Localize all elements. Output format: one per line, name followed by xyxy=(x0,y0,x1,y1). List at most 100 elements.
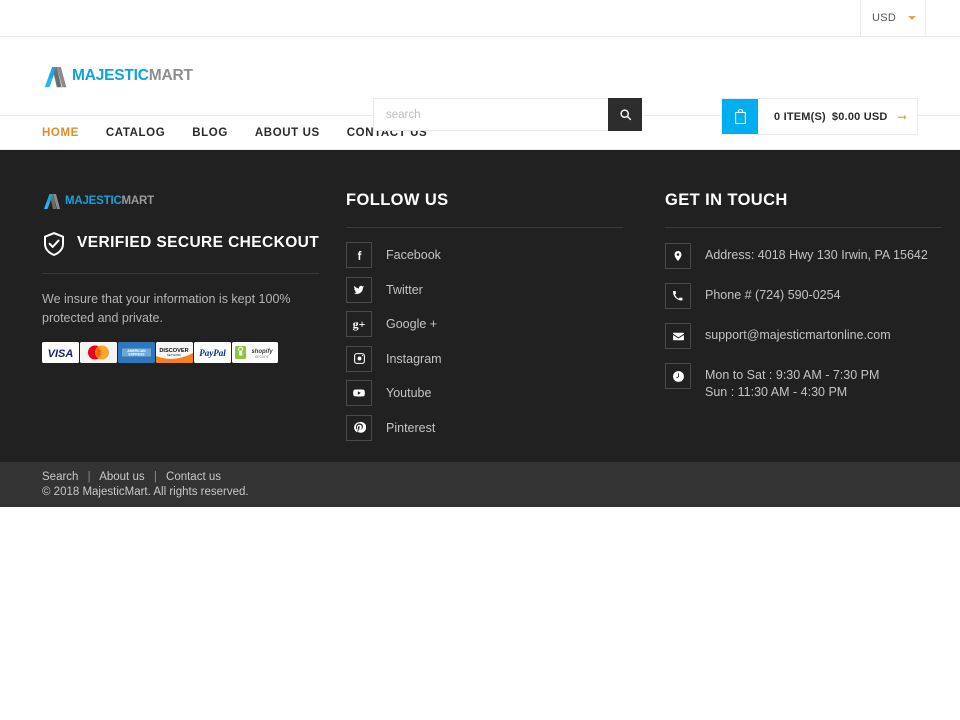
social-label-google-plus: Google + xyxy=(386,317,438,331)
cart-total: $0.00 USD xyxy=(831,110,888,123)
nav-item-catalog[interactable]: CATALOG xyxy=(106,127,165,139)
nav-item-blog[interactable]: BLOG xyxy=(192,127,228,139)
facebook-icon xyxy=(346,242,372,268)
cart-text: 0 ITEM(S) $0.00 USD xyxy=(774,111,888,123)
majesticmart-logo-icon xyxy=(44,194,60,209)
payment-badges: VISA AMERICAN EXPRESS DISCOVER NETWORK P… xyxy=(42,342,342,363)
contact-email-text: support@majesticmartonline.com xyxy=(705,328,891,342)
social-label-twitter: Twitter xyxy=(386,282,423,297)
verified-secure-checkout: VERIFIED SECURE CHECKOUT xyxy=(42,231,342,257)
contact-hours-text: Mon to Sat : 9:30 AM - 7:30 PM Sun : 11:… xyxy=(705,363,879,401)
contact-email[interactable]: support@majesticmartonline.com xyxy=(665,323,942,349)
header-logo[interactable]: MAJESTICMART xyxy=(42,61,193,91)
social-link-youtube[interactable]: Youtube xyxy=(346,380,646,406)
social-label-instagram: Instagram xyxy=(386,351,442,366)
footer-link-about-us[interactable]: About us xyxy=(99,471,144,483)
payment-badge-visa: VISA xyxy=(42,342,79,363)
svg-text:EXPRESS: EXPRESS xyxy=(128,353,145,357)
footer-logo-text-majestic: MAJESTIC xyxy=(65,195,122,207)
footer-link-search[interactable]: Search xyxy=(42,471,78,483)
shield-check-icon xyxy=(44,232,64,256)
phone-icon xyxy=(665,283,691,309)
envelope-icon xyxy=(665,323,691,349)
contact-phone: Phone # (724) 590-0254 xyxy=(665,283,942,309)
svg-text:SECURE: SECURE xyxy=(255,355,270,359)
social-link-facebook[interactable]: Facebook xyxy=(346,242,646,268)
discover-icon: DISCOVER NETWORK xyxy=(156,342,193,363)
verified-secure-checkout-label: VERIFIED SECURE CHECKOUT xyxy=(77,234,320,251)
social-link-google-plus[interactable]: g+ Google + xyxy=(346,311,646,337)
site-header: MAJESTICMART 0 ITEM(S) $0.00 USD ➞ xyxy=(0,37,960,135)
insurance-statement: We insure that your information is kept … xyxy=(42,292,291,325)
footer-column-contact: GET IN TOUCH Address: 4018 Hwy 130 Irwin… xyxy=(665,191,942,462)
currency-label: USD xyxy=(872,12,897,24)
footer-link-contact-us[interactable]: Contact us xyxy=(166,471,221,483)
visa-icon: VISA xyxy=(42,342,79,363)
map-pin-icon xyxy=(665,243,691,269)
paypal-icon: PayPal xyxy=(194,342,231,363)
footer-link-separator-2: | xyxy=(153,471,157,483)
american-express-icon: AMERICAN EXPRESS xyxy=(118,342,155,363)
social-link-pinterest[interactable]: Pinterest xyxy=(346,414,646,441)
contact-address-text: Address: 4018 Hwy 130 Irwin, PA 15642 xyxy=(705,248,928,262)
nav-item-about-us[interactable]: ABOUT US xyxy=(255,127,320,139)
payment-badge-shopify-secure: shopify SECURE xyxy=(232,342,278,363)
twitter-icon xyxy=(346,276,372,303)
follow-us-divider xyxy=(346,227,623,228)
footer-bottom-links: Search | About us | Contact us xyxy=(42,471,918,483)
social-links-list: Facebook Twitter g+ Google + Instagram Y… xyxy=(346,242,646,441)
payment-badge-discover: DISCOVER NETWORK xyxy=(156,342,193,363)
svg-text:PayPal: PayPal xyxy=(199,348,226,358)
social-label-facebook: Facebook xyxy=(386,248,441,262)
instagram-icon xyxy=(346,345,372,372)
cart-summary: 0 ITEM(S) $0.00 USD ➞ xyxy=(758,99,917,134)
get-in-touch-title: GET IN TOUCH xyxy=(665,191,788,209)
clock-icon xyxy=(665,363,691,389)
logo-text-mart: MART xyxy=(148,67,193,84)
site-footer: MAJESTICMART VERIFIED SECURE CHECKOUT We… xyxy=(0,150,960,462)
nav-item-home[interactable]: HOME xyxy=(42,127,79,139)
footer-logo-text-mart: MART xyxy=(121,195,155,207)
social-link-twitter[interactable]: Twitter xyxy=(346,276,646,303)
page-blank-area xyxy=(0,507,960,720)
social-label-youtube: Youtube xyxy=(386,386,432,400)
logo-wordmark: MAJESTICMART xyxy=(72,67,193,85)
footer-link-separator-1: | xyxy=(87,471,91,483)
payment-badge-paypal: PayPal xyxy=(194,342,231,363)
footer-bottom-bar: Search | About us | Contact us © 2018 Ma… xyxy=(0,462,960,507)
payment-badge-mastercard xyxy=(80,342,117,363)
footer-logo[interactable]: MAJESTICMART xyxy=(42,191,342,211)
top-bar-spacer xyxy=(926,0,960,36)
footer-brand-divider xyxy=(42,273,319,274)
logo-text-majestic: MAJESTIC xyxy=(72,67,149,84)
cart-item-count: 0 ITEM(S) xyxy=(774,110,826,123)
footer-column-brand: MAJESTICMART VERIFIED SECURE CHECKOUT We… xyxy=(42,191,342,462)
copyright-text: © 2018 MajesticMart. All rights reserved… xyxy=(42,486,249,498)
pinterest-icon xyxy=(346,414,372,441)
arrow-right-icon: ➞ xyxy=(896,109,907,124)
social-label-pinterest: Pinterest xyxy=(386,420,436,435)
footer-logo-wordmark: MAJESTICMART xyxy=(65,195,154,207)
mastercard-icon xyxy=(80,342,117,363)
contact-phone-text: Phone # (724) 590-0254 xyxy=(705,288,841,302)
footer-column-follow: FOLLOW US Facebook Twitter g+ Google + I… xyxy=(346,191,646,462)
payment-badge-american-express: AMERICAN EXPRESS xyxy=(118,342,155,363)
search-button[interactable] xyxy=(608,98,642,131)
top-bar: USD xyxy=(0,0,960,37)
search-input[interactable] xyxy=(373,98,608,131)
follow-us-title: FOLLOW US xyxy=(346,191,449,209)
currency-selector[interactable]: USD xyxy=(860,0,926,36)
social-link-instagram[interactable]: Instagram xyxy=(346,345,646,372)
svg-text:NETWORK: NETWORK xyxy=(167,353,181,357)
cart-icon-box xyxy=(722,99,758,134)
contact-address: Address: 4018 Hwy 130 Irwin, PA 15642 xyxy=(665,243,942,269)
shopping-bag-icon xyxy=(734,108,746,124)
contact-hours-weekday: Mon to Sat : 9:30 AM - 7:30 PM xyxy=(705,368,880,382)
majesticmart-logo-icon xyxy=(44,66,67,87)
cart-button[interactable]: 0 ITEM(S) $0.00 USD ➞ xyxy=(721,98,918,135)
chevron-down-icon xyxy=(908,16,916,20)
search-bar xyxy=(373,98,642,131)
contact-hours: Mon to Sat : 9:30 AM - 7:30 PM Sun : 11:… xyxy=(665,363,942,401)
get-in-touch-divider xyxy=(665,227,942,228)
search-icon xyxy=(619,109,631,121)
